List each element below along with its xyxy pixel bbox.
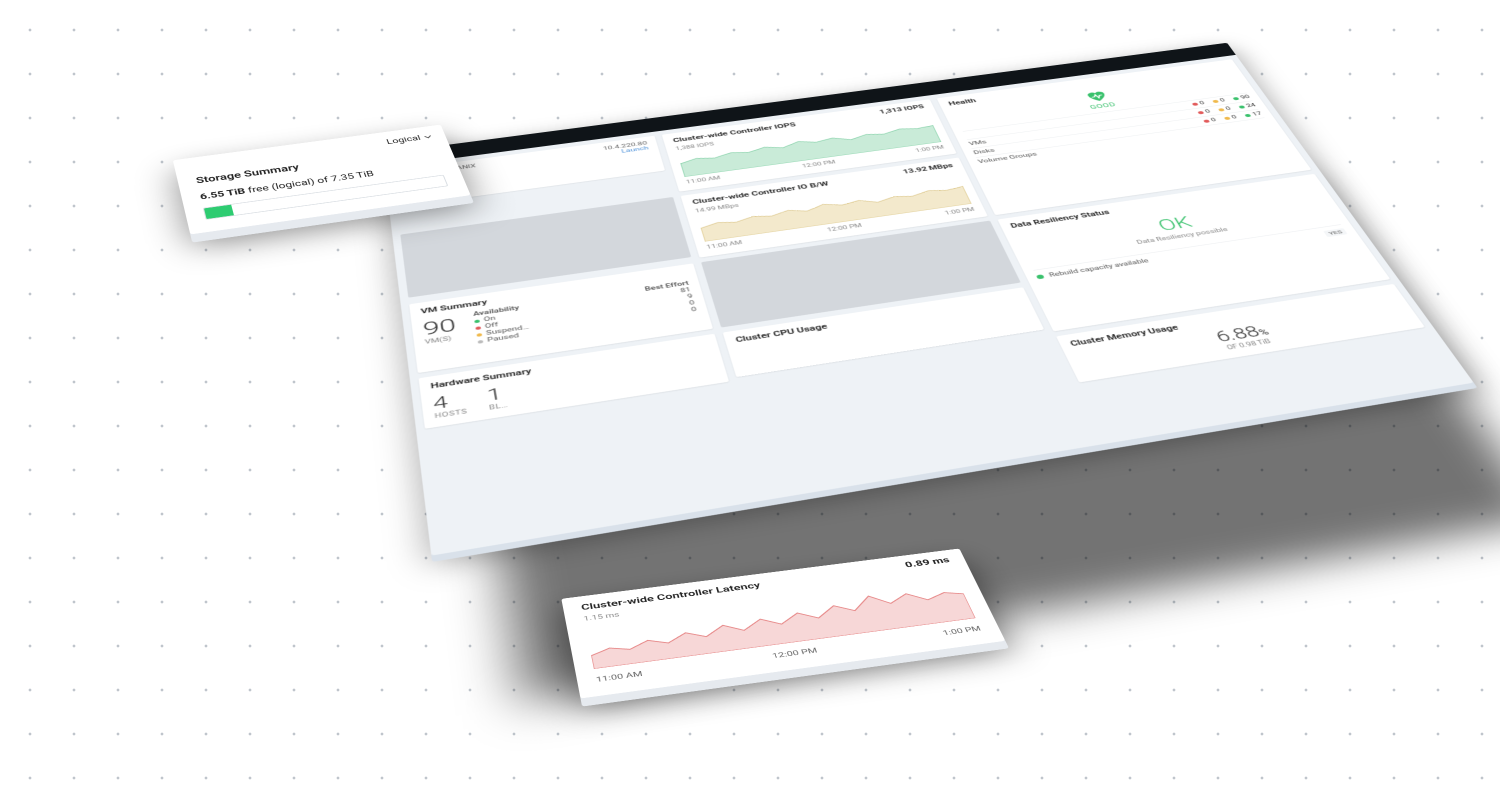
health-row-2-red: 0 (1210, 117, 1218, 122)
rebuild-yes: YES (1323, 228, 1348, 237)
latency-tick-2: 1:00 PM (941, 624, 982, 637)
iops-tick-1: 12:00 PM (801, 160, 836, 170)
health-row-2-green: 17 (1251, 111, 1263, 117)
iobw-tick-0: 11:00 AM (706, 240, 743, 251)
health-row-1-green: 24 (1245, 103, 1257, 109)
iobw-tick-1: 12:00 PM (826, 223, 863, 233)
health-row-1-yellow: 0 (1225, 106, 1233, 111)
iops-tick-2: 1:00 PM (915, 145, 946, 154)
storage-usage-fill (204, 205, 234, 219)
chevron-down-icon (423, 134, 433, 140)
iops-tick-0: 11:00 AM (686, 175, 722, 185)
blocks-label: BL… (489, 402, 509, 412)
storage-free-val: 6.55 TiB (199, 186, 246, 201)
health-row-0-red: 0 (1199, 101, 1206, 106)
storage-free-total: 7.35 TiB (330, 169, 376, 184)
rebuild-dot-icon (1036, 274, 1045, 279)
latency-tick-0: 11:00 AM (595, 669, 643, 684)
health-row-2-yellow: 0 (1230, 114, 1238, 119)
health-row-0-green: 90 (1239, 95, 1251, 101)
storage-mode-dropdown[interactable]: Logical (385, 132, 433, 146)
storage-mode-label: Logical (385, 134, 422, 146)
iobw-tick-2: 1:00 PM (944, 207, 976, 217)
rebuild-label: Rebuild capacity available (1048, 258, 1150, 279)
health-row-0-yellow: 0 (1219, 98, 1227, 103)
health-row-1-red: 0 (1204, 109, 1212, 114)
latency-tick-1: 12:00 PM (771, 646, 818, 660)
